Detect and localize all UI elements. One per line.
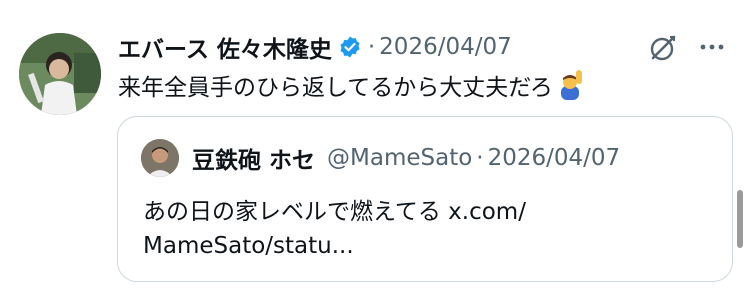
tweet-header: エバース 佐々木隆史 · 2026/04/07 [118,30,512,64]
tweet-date[interactable]: 2026/04/07 [379,34,512,60]
separator-dot: · [476,145,484,171]
tweet-text-body: 来年全員手のひら返してるから大丈夫だろ [118,75,553,101]
author-avatar[interactable] [19,33,101,115]
quoted-tweet-card[interactable]: 豆鉄砲 ホセ @MameSato · 2026/04/07 あの日の家レベルで燃… [117,116,733,282]
verified-badge-icon [338,35,362,59]
quoted-tweet-date[interactable]: 2026/04/07 [488,145,621,171]
quoted-author-name[interactable]: 豆鉄砲 ホセ [192,141,315,175]
tweet-text: 来年全員手のひら返してるから大丈夫だろ [118,68,585,102]
author-name[interactable]: エバース 佐々木隆史 [118,30,332,64]
scrollbar-thumb[interactable] [737,190,743,248]
grok-icon[interactable] [647,32,679,64]
more-icon[interactable] [697,34,727,60]
quoted-author-avatar[interactable] [141,139,179,177]
quoted-text-line: MameSato/statu... [143,233,354,259]
quoted-tweet-header: 豆鉄砲 ホセ @MameSato · 2026/04/07 [192,141,620,175]
quoted-author-handle[interactable]: @MameSato [327,145,472,171]
quoted-tweet-text: あの日の家レベルで燃えてる x.com/ MameSato/statu... [143,195,703,263]
man-raising-hand-emoji [555,70,585,100]
separator-dot: · [367,34,376,60]
quoted-text-line: あの日の家レベルで燃えてる x.com/ [143,199,526,225]
